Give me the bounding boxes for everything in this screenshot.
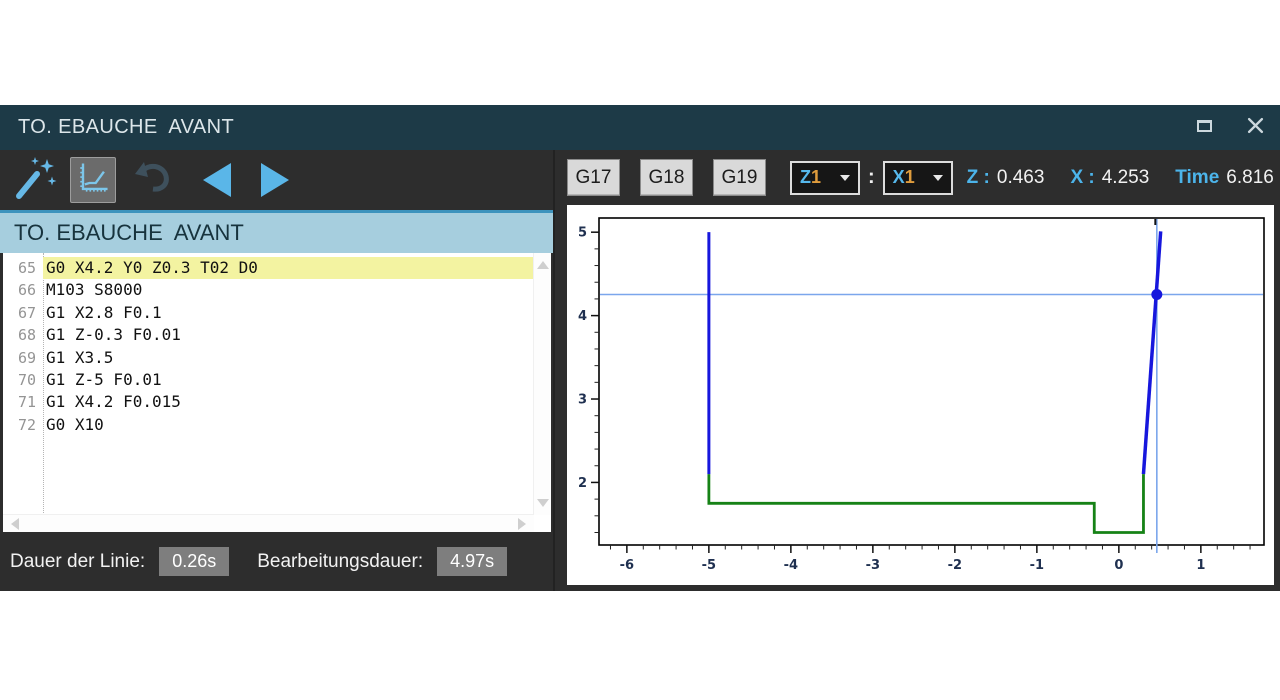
editor-toolbar [0, 150, 553, 210]
axis-separator: : [868, 166, 875, 189]
viewer-toolbar: G17 G18 G19 Z1 : X1 Z : 0.463 [555, 150, 1280, 205]
plane-button-g18[interactable]: G18 [640, 159, 693, 196]
z-position-readout: Z : 0.463 [967, 167, 1045, 189]
next-line-icon [261, 163, 289, 197]
plot-border [599, 218, 1264, 545]
restore-button[interactable] [1194, 117, 1216, 139]
gcode-text: G1 Z-0.3 F0.01 [43, 324, 534, 346]
close-icon [1247, 117, 1264, 139]
next-line-button[interactable] [252, 155, 298, 205]
code-area[interactable]: 65G0 X4.2 Y0 Z0.3 T02 D066M103 S800067G1… [3, 253, 534, 515]
title-bar: TO. EBAUCHE AVANT [0, 105, 1280, 150]
magic-wand-button[interactable] [12, 155, 58, 205]
window-title: TO. EBAUCHE AVANT [18, 116, 234, 139]
undo-icon [129, 156, 173, 205]
scroll-up-icon[interactable] [537, 261, 549, 269]
gcode-text: G1 X2.8 F0.1 [43, 302, 534, 324]
scroll-down-icon[interactable] [537, 499, 549, 507]
restore-icon [1196, 117, 1214, 138]
window-controls [1194, 105, 1266, 150]
status-bar: Dauer der Linie: 0.26s Bearbeitungsdauer… [0, 532, 553, 591]
gcode-text: G0 X4.2 Y0 Z0.3 T02 D0 [43, 257, 534, 279]
code-line[interactable]: 69G1 X3.5 [3, 347, 534, 369]
time-readout: Time 6.816 [1175, 167, 1274, 189]
x-tick-label: -4 [784, 558, 798, 573]
program-header: TO. EBAUCHE AVANT [0, 210, 553, 253]
previous-line-button[interactable] [194, 155, 240, 205]
program-title: TO. EBAUCHE AVANT [14, 220, 244, 246]
y-tick-label: 5 [578, 226, 587, 241]
desktop: TO. EBAUCHE AVANT [0, 0, 1280, 700]
gcode-text: G0 X10 [43, 414, 534, 436]
y-tick-label: 3 [578, 393, 587, 408]
vertical-scrollbar[interactable] [533, 253, 551, 515]
undo-button[interactable] [128, 155, 174, 205]
gcode-text: M103 S8000 [43, 279, 534, 301]
line-number: 65 [3, 257, 43, 279]
x-tick-label: 1 [1196, 558, 1205, 573]
x-tick-label: -5 [702, 558, 716, 573]
app-window: TO. EBAUCHE AVANT [0, 105, 1280, 591]
code-line[interactable]: 67G1 X2.8 F0.1 [3, 302, 534, 324]
chevron-down-icon [840, 175, 850, 181]
magic-wand-icon [13, 154, 57, 207]
x-tick-label: -6 [620, 558, 634, 573]
line-duration-value: 0.26s [159, 547, 229, 576]
code-line[interactable]: 70G1 Z-5 F0.01 [3, 369, 534, 391]
x-tick-label: -1 [1030, 558, 1044, 573]
y-tick-label: 4 [578, 309, 587, 324]
scroll-right-icon[interactable] [518, 518, 526, 530]
tool-position-marker [1151, 289, 1162, 300]
x-tick-label: 0 [1114, 558, 1123, 573]
line-number: 72 [3, 414, 43, 436]
chart-view-button[interactable] [70, 157, 116, 203]
code-line[interactable]: 66M103 S8000 [3, 279, 534, 301]
scroll-left-icon[interactable] [11, 518, 19, 530]
y-tick-label: 2 [578, 476, 587, 491]
line-number: 70 [3, 369, 43, 391]
toolpath-chart[interactable]: -6 -5 -4 -3 -2 -1 0 1 2 3 4 5 [567, 205, 1274, 585]
x-tick-label: -3 [866, 558, 880, 573]
gcode-text: G1 X3.5 [43, 347, 534, 369]
code-line[interactable]: 72G0 X10 [3, 414, 534, 436]
gcode-text: G1 Z-5 F0.01 [43, 369, 534, 391]
code-line[interactable]: 71G1 X4.2 F0.015 [3, 391, 534, 413]
close-button[interactable] [1244, 117, 1266, 139]
code-line[interactable]: 68G1 Z-0.3 F0.01 [3, 324, 534, 346]
chevron-down-icon [933, 175, 943, 181]
x-tick-label: -2 [948, 558, 962, 573]
gcode-text: G1 X4.2 F0.015 [43, 391, 534, 413]
x-position-readout: X : 4.253 [1070, 167, 1149, 189]
x-axis-select[interactable]: X1 [883, 161, 953, 195]
previous-line-icon [203, 163, 231, 197]
gcode-editor[interactable]: 65G0 X4.2 Y0 Z0.3 T02 D066M103 S800067G1… [3, 253, 551, 532]
plane-button-g17[interactable]: G17 [567, 159, 620, 196]
line-number: 71 [3, 391, 43, 413]
window-body: TO. EBAUCHE AVANT 65G0 X4.2 Y0 Z0.3 T02 … [0, 150, 1280, 591]
line-number: 66 [3, 279, 43, 301]
line-number: 68 [3, 324, 43, 346]
z-axis-select[interactable]: Z1 [790, 161, 860, 195]
line-number: 67 [3, 302, 43, 324]
toolpath-chart-area: -6 -5 -4 -3 -2 -1 0 1 2 3 4 5 [567, 205, 1274, 585]
editor-panel: TO. EBAUCHE AVANT 65G0 X4.2 Y0 Z0.3 T02 … [0, 150, 553, 591]
code-line[interactable]: 65G0 X4.2 Y0 Z0.3 T02 D0 [3, 257, 534, 279]
line-number: 69 [3, 347, 43, 369]
total-duration-value: 4.97s [437, 547, 507, 576]
line-duration-label: Dauer der Linie: [10, 551, 145, 573]
plane-button-g19[interactable]: G19 [713, 159, 766, 196]
viewer-panel: G17 G18 G19 Z1 : X1 Z : 0.463 [553, 150, 1280, 591]
total-duration-label: Bearbeitungsdauer: [257, 551, 423, 573]
horizontal-scrollbar[interactable] [3, 514, 534, 532]
chart-view-icon [73, 158, 113, 203]
